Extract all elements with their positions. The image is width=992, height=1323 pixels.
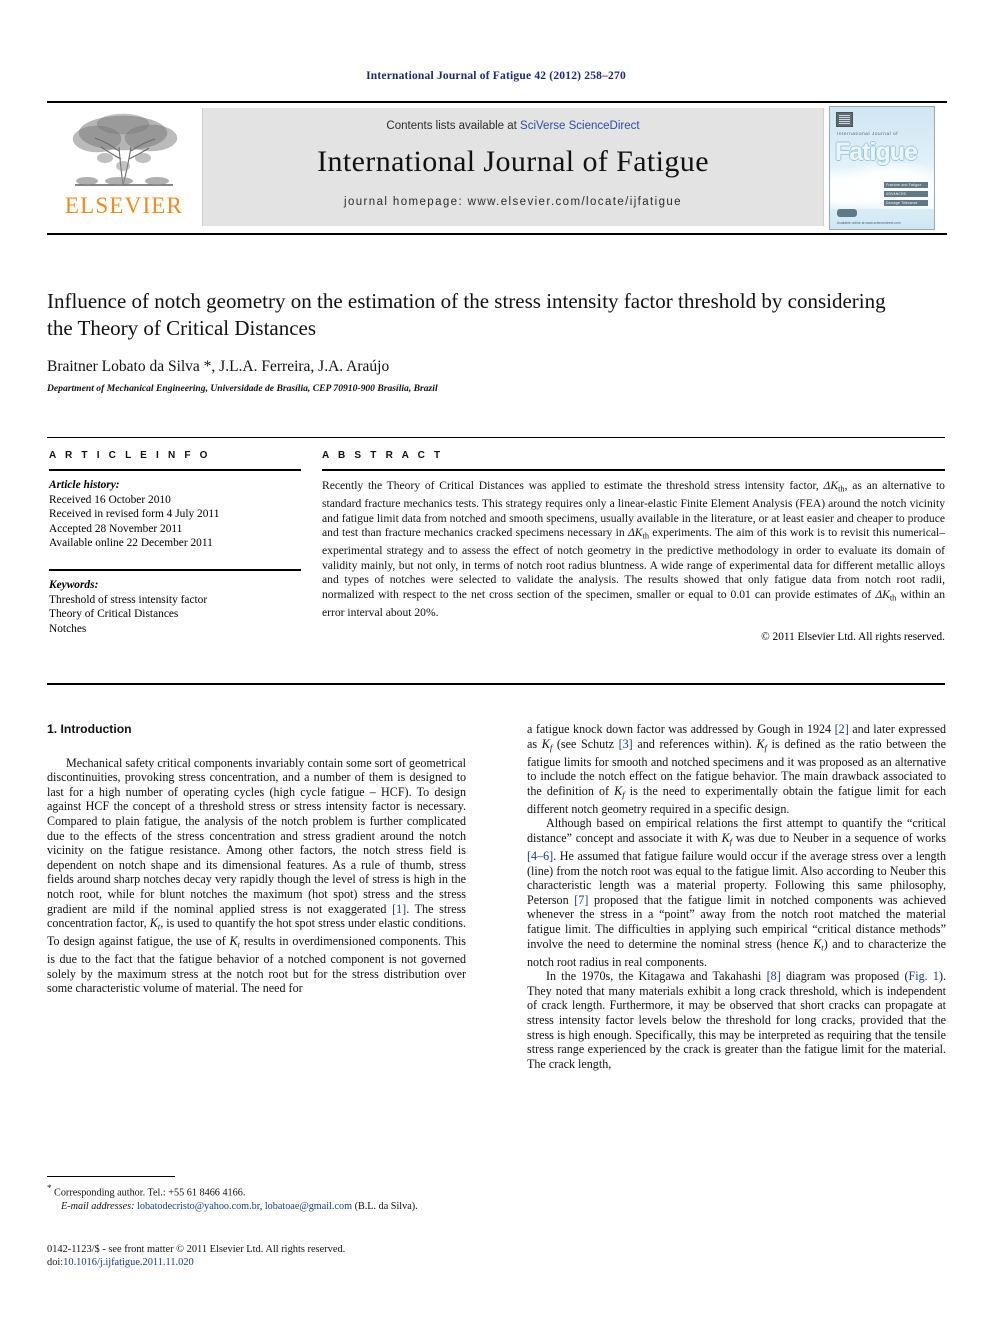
- kf-symbol-1: K: [541, 736, 550, 751]
- article-info-rule: [49, 469, 301, 471]
- journal-masthead: ELSEVIER Contents lists available at Sci…: [47, 101, 947, 235]
- article-info-heading: A R T I C L E I N F O: [49, 450, 211, 461]
- abstract-copyright: © 2011 Elsevier Ltd. All rights reserved…: [761, 631, 945, 644]
- history-item-online: Available online 22 December 2011: [49, 537, 213, 550]
- cover-bar-2: ADVANCES: [884, 191, 928, 197]
- contents-available-line: Contents lists available at SciVerse Sci…: [203, 120, 823, 132]
- history-item-received: Received 16 October 2010: [49, 493, 171, 506]
- journal-cover-thumbnail[interactable]: International Journal of Fatigue Fractur…: [829, 106, 935, 230]
- paragraph-right-3: In the 1970s, the Kitagawa and Takahashi…: [527, 969, 946, 1071]
- cover-small-title: International Journal of: [837, 131, 899, 136]
- cover-big-title: Fatigue: [835, 138, 918, 166]
- issn-front-matter-line: 0142-1123/$ - see front matter © 2011 El…: [47, 1244, 346, 1255]
- cover-footer-text: Available online at www.sciencedirect.co…: [837, 221, 901, 225]
- section-heading-introduction: 1. Introduction: [47, 722, 132, 736]
- citation-ref-1[interactable]: [1]: [392, 902, 406, 916]
- right-p1-d: and references within).: [632, 736, 757, 751]
- cover-bar-2-label: ADVANCES: [886, 192, 907, 196]
- cover-footer-logo-icon: [837, 209, 857, 217]
- elsevier-wordmark: ELSEVIER: [64, 193, 184, 218]
- doi-link[interactable]: 10.1016/j.ijfatigue.2011.11.020: [63, 1257, 194, 1268]
- cover-elsevier-mark-icon: [836, 112, 853, 127]
- doi-label: doi:: [47, 1257, 64, 1269]
- citation-ref-4-6[interactable]: [4–6]: [527, 849, 553, 863]
- right-p1-c: (see Schutz: [552, 736, 619, 751]
- right-p3-a: In the 1970s, the Kitagawa and Takahashi: [546, 969, 767, 984]
- affiliation: Department of Mechanical Engineering, Un…: [47, 383, 438, 394]
- citation-ref-2[interactable]: [2]: [835, 722, 849, 736]
- journal-band: Contents lists available at SciVerse Sci…: [202, 108, 824, 226]
- email-suffix: (B.L. da Silva).: [352, 1200, 418, 1212]
- abstract-rule: [322, 469, 945, 471]
- info-section-bottom-rule: [47, 683, 945, 685]
- right-p3-b: diagram was proposed (: [780, 969, 909, 984]
- keywords-separator: [49, 568, 301, 571]
- email-link-2[interactable]: lobatoae@gmail.com: [265, 1201, 352, 1212]
- citation-ref-8[interactable]: [8]: [767, 969, 781, 983]
- email-addresses-note: E-mail addresses: lobatodecristo@yahoo.c…: [47, 1200, 466, 1213]
- footnote-block: * Corresponding author. Tel.: +55 61 846…: [47, 1182, 466, 1213]
- paragraph-right-1: a fatigue knock down factor was addresse…: [527, 722, 946, 816]
- keywords-group: Keywords: Threshold of stress intensity …: [49, 578, 301, 636]
- title-block: Influence of notch geometry on the estim…: [47, 288, 907, 394]
- imprint-block: 0142-1123/$ - see front matter © 2011 El…: [47, 1243, 466, 1270]
- sciencedirect-link[interactable]: SciVerse ScienceDirect: [520, 120, 640, 132]
- abstract-heading: A B S T R A C T: [322, 450, 444, 461]
- cover-bar-3: Damage Tolerance: [884, 200, 928, 206]
- figure-link-fig1[interactable]: Fig. 1: [909, 969, 939, 983]
- elsevier-tree-icon: [57, 111, 191, 195]
- citation-ref-3[interactable]: [3]: [619, 737, 633, 751]
- history-item-revised: Received in revised form 4 July 2011: [49, 508, 220, 521]
- contents-prefix: Contents lists available at: [386, 120, 521, 132]
- cover-bar-3-label: Damage Tolerance: [886, 201, 918, 205]
- footnote-rule: [47, 1176, 175, 1177]
- right-p2-b: was due to Neuber in a sequence of works: [732, 831, 946, 846]
- paragraph-left-1: Mechanical safety critical components in…: [47, 756, 466, 996]
- keyword-item-2: Theory of Critical Distances: [49, 608, 179, 621]
- abstract-dk-symbol-2: ΔK: [627, 526, 643, 540]
- paper-page: International Journal of Fatigue 42 (201…: [0, 0, 992, 1323]
- right-p3-c: ). They noted that many materials exhibi…: [527, 969, 947, 1071]
- running-head: International Journal of Fatigue 42 (201…: [366, 70, 626, 82]
- journal-title: International Journal of Fatigue: [317, 145, 709, 178]
- keywords-rule: [49, 568, 301, 571]
- email-link-1[interactable]: lobatodecristo@yahoo.com.br: [137, 1201, 260, 1212]
- journal-homepage-link[interactable]: journal homepage: www.elsevier.com/locat…: [203, 196, 823, 208]
- history-item-accepted: Accepted 28 November 2011: [49, 522, 183, 535]
- cover-bar-1: Fracture and Fatigue: [884, 182, 928, 188]
- cover-mark-lines: [839, 115, 850, 124]
- left-p1-a: Mechanical safety critical components in…: [47, 755, 466, 916]
- keywords-label: Keywords:: [49, 578, 99, 591]
- keyword-item-3: Notches: [49, 622, 87, 635]
- article-title: Influence of notch geometry on the estim…: [47, 289, 886, 340]
- corresponding-author-note: * Corresponding author. Tel.: +55 61 846…: [47, 1182, 466, 1200]
- author-list: Braitner Lobato da Silva *, J.L.A. Ferre…: [47, 358, 390, 375]
- paragraph-right-2: Although based on empirical relations th…: [527, 816, 946, 969]
- doi-line: doi:10.1016/j.ijfatigue.2011.11.020: [47, 1256, 466, 1269]
- abstract-part-1: Recently the Theory of Critical Distance…: [322, 479, 824, 492]
- corresponding-author-star-icon: *: [47, 1183, 52, 1193]
- body-column-right: a fatigue knock down factor was addresse…: [527, 722, 946, 1071]
- elsevier-logo: ELSEVIER: [49, 111, 199, 223]
- corresponding-author-text: Corresponding author. Tel.: +55 61 8466 …: [54, 1187, 246, 1199]
- article-history-label: Article history:: [49, 479, 120, 491]
- cover-bar-1-label: Fracture and Fatigue: [886, 183, 922, 187]
- keyword-item-1: Threshold of stress intensity factor: [49, 593, 208, 606]
- right-p1-a: a fatigue knock down factor was addresse…: [527, 722, 835, 736]
- citation-ref-7[interactable]: [7]: [574, 893, 588, 907]
- abstract-column: A B S T R A C T Recently the Theory of C…: [322, 450, 945, 643]
- abstract-text: Recently the Theory of Critical Distance…: [322, 479, 945, 620]
- abstract-dk-symbol-3: ΔK: [875, 587, 890, 601]
- kf-symbol-2: K: [756, 736, 765, 751]
- info-section-top-rule: [47, 437, 945, 438]
- email-label: E-mail addresses:: [61, 1200, 135, 1212]
- article-info-column: A R T I C L E I N F O Article history: R…: [49, 450, 301, 636]
- kt-symbol-1: K: [149, 916, 158, 931]
- article-history-group: Article history: Received 16 October 201…: [49, 478, 301, 551]
- abstract-dk-symbol-1: ΔK: [823, 479, 839, 492]
- body-column-left: 1. Introduction Mechanical safety critic…: [47, 722, 466, 996]
- kt-symbol-2: K: [229, 934, 238, 949]
- kf-symbol-4: K: [721, 831, 730, 846]
